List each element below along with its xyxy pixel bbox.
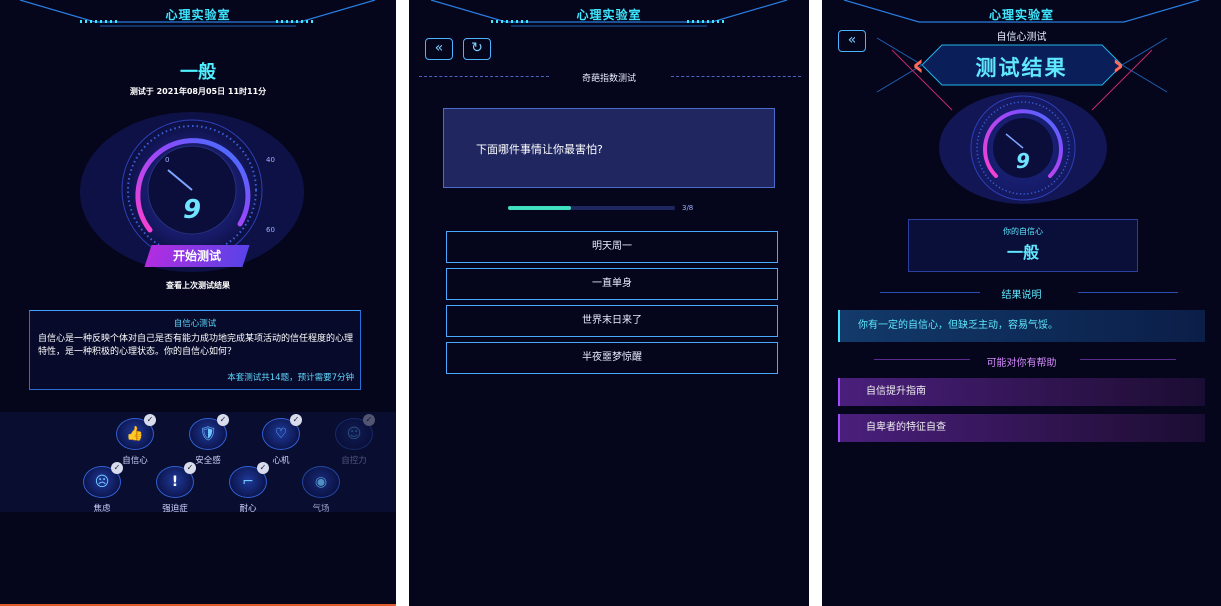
result-screen: 心理实验室 « 自信心测试 ‹ › 测试结果 9 你的自信心 一般 结果说明 你… xyxy=(822,0,1221,606)
gauge-value: 9 xyxy=(183,195,201,225)
your-result-value: 一般 xyxy=(1006,243,1039,262)
your-result-card: 你的自信心 一般 xyxy=(908,219,1138,272)
category-self-control[interactable]: ☺ ✓ 自控力 xyxy=(326,414,382,466)
category-ocd[interactable]: ! ✓ 强迫症 xyxy=(147,462,203,514)
category-label: 气场 xyxy=(312,504,330,514)
explain-title: 结果说明 xyxy=(1001,290,1042,301)
result-score-gauge: 9 xyxy=(939,92,1107,204)
category-label: 强迫症 xyxy=(162,504,188,514)
category-grid: 👍 ✓ 自信心 🛡 ✓ 安全感 ♡ ✓ 心机 ☺ ✓ 自控力 ☹ ✓ 焦虑 ! ✓ 强迫症 … xyxy=(0,412,396,514)
explain-text: 你有一定的自信心，但缺乏主动，容易气馁。 xyxy=(838,310,1205,342)
result-banner: 测试结果 xyxy=(975,56,1068,80)
help-item[interactable]: 自信提升指南 xyxy=(838,378,1205,406)
category-label: 焦虑 xyxy=(93,504,111,514)
quiz-title: 奇葩指数测试 xyxy=(581,74,636,84)
test-description-card: 自信心测试 自信心是一种反映个体对自己是否有能力成功地完成某项活动的信任程度的心… xyxy=(29,310,361,390)
category-patience[interactable]: ⌐ ✓ 耐心 xyxy=(220,462,276,514)
description-text: 自信心是一种反映个体对自己是否有能力成功地完成某项活动的信任程度的心理特性，是一… xyxy=(38,334,354,357)
answer-option[interactable]: 世界末日来了 xyxy=(446,305,778,337)
start-test-label: 开始测试 xyxy=(172,249,221,263)
description-meta: 本套测试共14题，预计需要7分钟 xyxy=(227,373,354,383)
heart-pulse-icon: ♡ ✓ xyxy=(262,414,302,450)
double-chevron-left-icon: « xyxy=(434,40,444,56)
gauge-value: 9 xyxy=(1016,149,1030,173)
category-confidence[interactable]: 👍 ✓ 自信心 xyxy=(107,414,163,466)
app-title: 心理实验室 xyxy=(576,8,642,22)
category-label: 耐心 xyxy=(239,504,257,514)
result-test-name: 自信心测试 xyxy=(996,32,1047,43)
shield-icon: 🛡 ✓ xyxy=(189,414,229,450)
view-last-result-link[interactable]: 查看上次测试结果 xyxy=(0,280,396,291)
answer-option[interactable]: 明天周一 xyxy=(446,231,778,263)
category-anxiety[interactable]: ☹ ✓ 焦虑 xyxy=(74,462,130,514)
category-aura[interactable]: ◉ 气场 xyxy=(293,466,349,514)
home-screen: 心理实验室 一般 测试于 2021年08月05日 11时11分 0 40 60 … xyxy=(0,0,396,606)
svg-text:40: 40 xyxy=(266,156,275,164)
category-security[interactable]: 🛡 ✓ 安全感 xyxy=(180,414,236,466)
start-test-button[interactable]: 开始测试 xyxy=(144,245,250,267)
face-icon: ☺ ✓ xyxy=(335,414,375,450)
thumbs-up-icon: 👍 ✓ xyxy=(116,414,156,450)
answer-option[interactable]: 一直单身 xyxy=(446,268,778,300)
exclamation-icon: ! ✓ xyxy=(156,462,196,498)
category-label: 心机 xyxy=(272,456,290,466)
app-title: 心理实验室 xyxy=(165,8,231,22)
back-button[interactable]: « xyxy=(425,38,453,60)
refresh-icon: ↻ xyxy=(471,40,483,56)
svg-text:60: 60 xyxy=(266,226,275,234)
help-title: 可能对你有帮助 xyxy=(986,358,1057,369)
your-result-label: 你的自信心 xyxy=(1003,227,1043,236)
description-title: 自信心测试 xyxy=(173,319,217,329)
progress-fill xyxy=(508,206,571,210)
progress-text: 3/8 xyxy=(682,204,694,212)
test-timestamp: 测试于 2021年08月05日 11时11分 xyxy=(129,87,267,96)
anxious-face-icon: ☹ ✓ xyxy=(83,462,123,498)
category-scheming[interactable]: ♡ ✓ 心机 xyxy=(253,414,309,466)
question-text: 下面哪件事情让你最害怕? xyxy=(476,143,603,156)
category-label: 安全感 xyxy=(195,456,221,466)
category-label: 自信心 xyxy=(122,456,148,466)
aura-icon: ◉ xyxy=(302,466,340,498)
refresh-button[interactable]: ↻ xyxy=(463,38,491,60)
quiz-screen: 心理实验室 « ↻ 奇葩指数测试 下面哪件事情让你最害怕? 3/8 明天周一 一… xyxy=(409,0,809,606)
result-level: 一般 xyxy=(180,62,216,83)
help-item[interactable]: 自卑者的特征自查 xyxy=(838,414,1205,442)
question-card: 下面哪件事情让你最害怕? xyxy=(443,108,775,188)
category-label: 自控力 xyxy=(341,456,367,466)
svg-text:0: 0 xyxy=(165,156,169,164)
app-title: 心理实验室 xyxy=(988,8,1054,22)
stairs-icon: ⌐ ✓ xyxy=(229,462,269,498)
answer-option[interactable]: 半夜噩梦惊醒 xyxy=(446,342,778,374)
progress-bar xyxy=(508,206,675,210)
